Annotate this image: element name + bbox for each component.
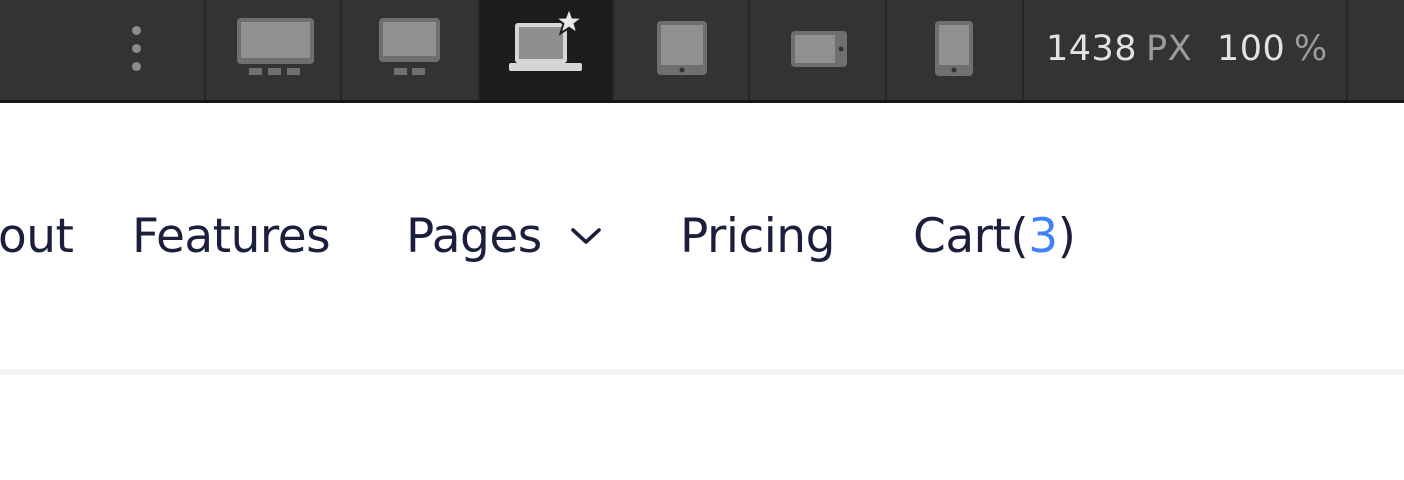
chevron-down-icon[interactable] bbox=[570, 224, 602, 248]
breakpoint-toolbar: 1438 PX 100 % bbox=[0, 0, 1404, 100]
nav-link-features-label: Features bbox=[132, 209, 331, 264]
toolbar-separator bbox=[1346, 0, 1348, 100]
cart-count-badge: 3 bbox=[1028, 209, 1058, 264]
nav-link-features[interactable]: Features bbox=[132, 209, 331, 264]
site-navigation: out Features Pages Pricing Cart(3) bbox=[0, 103, 1404, 369]
nav-bottom-divider bbox=[0, 369, 1404, 375]
laptop-star-icon bbox=[509, 5, 586, 71]
cart-label: Cart( bbox=[913, 209, 1029, 264]
breakpoint-mobile-landscape-button[interactable] bbox=[750, 0, 885, 100]
breakpoint-laptop-base-button[interactable] bbox=[480, 0, 612, 100]
mobile-portrait-icon bbox=[935, 21, 973, 76]
nav-link-pricing[interactable]: Pricing bbox=[680, 211, 835, 263]
more-options-icon[interactable] bbox=[118, 0, 154, 100]
mobile-landscape-icon bbox=[791, 31, 847, 67]
zoom-value[interactable]: 100 bbox=[1217, 29, 1285, 69]
nav-link-pages-label: Pages bbox=[406, 209, 542, 264]
cart-label-close: ) bbox=[1057, 209, 1076, 264]
nav-link-cart[interactable]: Cart(3) bbox=[913, 209, 1076, 264]
desktop-large-icon bbox=[237, 18, 314, 75]
nav-link-about-label: out bbox=[0, 209, 74, 264]
nav-link-pages[interactable]: Pages bbox=[406, 211, 542, 263]
zoom-unit: % bbox=[1294, 29, 1328, 69]
canvas-width-unit: PX bbox=[1146, 29, 1193, 69]
tablet-icon bbox=[657, 21, 707, 75]
nav-link-about[interactable]: out bbox=[0, 209, 74, 264]
canvas-size-readout: 1438 PX 100 % bbox=[1024, 0, 1346, 100]
breakpoint-tablet-button[interactable] bbox=[614, 0, 748, 100]
breakpoint-desktop-button[interactable] bbox=[342, 0, 478, 100]
nav-link-pricing-label: Pricing bbox=[680, 209, 835, 264]
breakpoint-mobile-portrait-button[interactable] bbox=[887, 0, 1022, 100]
canvas-width-value[interactable]: 1438 bbox=[1046, 29, 1137, 69]
desktop-icon bbox=[379, 18, 440, 75]
breakpoint-desktop-large-button[interactable] bbox=[206, 0, 340, 100]
